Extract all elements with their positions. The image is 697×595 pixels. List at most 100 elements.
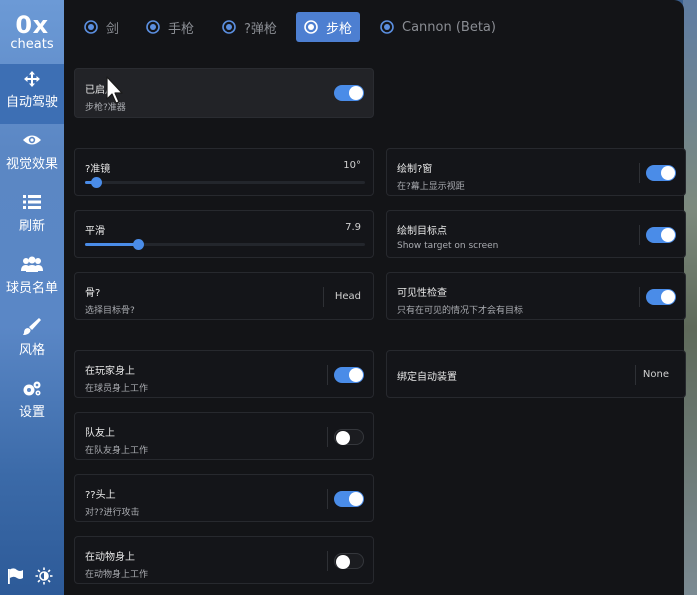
divider [327, 427, 328, 447]
draw-target-toggle[interactable] [646, 227, 676, 243]
brand-logo-main: 0x [15, 11, 49, 39]
card-subtitle: 在队友身上工作 [85, 446, 149, 456]
divider [639, 225, 640, 245]
tab-label: 手枪 [168, 21, 195, 37]
move-arrows-icon [0, 70, 64, 92]
tab-sword[interactable]: 剑 [76, 12, 127, 42]
sidebar-item-label: 设置 [18, 405, 45, 420]
visibility-check-toggle[interactable] [646, 289, 676, 305]
toggle-knob [336, 555, 350, 569]
draw-window-card[interactable]: 绘制?窗 在?幕上显示视距 [386, 148, 686, 196]
toggle-knob [349, 492, 363, 506]
divider [639, 287, 640, 307]
teammates-toggle[interactable] [334, 429, 364, 445]
slider-value: 7.9 [345, 222, 361, 233]
tab-label: ?弹枪 [244, 21, 277, 37]
keybind-value[interactable]: None [643, 369, 669, 380]
toggle-knob [349, 368, 363, 382]
sidebar-item-label: 球员名单 [5, 281, 58, 296]
sidebar-item-label: 自动驾驶 [5, 95, 58, 110]
divider [327, 365, 328, 385]
slider-value: 10° [343, 160, 361, 171]
sidebar-footer [0, 565, 64, 587]
radio-ring-icon [146, 20, 160, 34]
card-subtitle: 选择目标骨? [85, 306, 135, 316]
divider [635, 365, 636, 385]
head-card[interactable]: ??头上 对??进行攻击 [74, 474, 374, 522]
brand-logo: 0x cheats [0, 12, 64, 52]
card-subtitle: 在球员身上工作 [85, 384, 149, 394]
toggle-knob [336, 431, 350, 445]
toggle-knob [661, 290, 675, 304]
smooth-slider[interactable] [85, 239, 365, 250]
sidebar-item-refresh[interactable]: 刷新 [0, 188, 64, 248]
tab-rifle[interactable]: 步枪 [296, 12, 360, 42]
card-subtitle: 在?幕上显示视距 [397, 182, 465, 192]
divider [327, 489, 328, 509]
slider-thumb[interactable] [91, 177, 102, 188]
bone-select-value[interactable]: Head [335, 291, 361, 302]
bone-select-card[interactable]: 骨? 选择目标骨? Head [74, 272, 374, 320]
sidebar-item-autopilot[interactable]: 自动驾驶 [0, 64, 64, 124]
draw-target-card[interactable]: 绘制目标点 Show target on screen [386, 210, 686, 258]
draw-window-toggle[interactable] [646, 165, 676, 181]
card-title: 骨? [85, 288, 101, 299]
radio-ring-icon [84, 20, 98, 34]
card-subtitle: 对??进行攻击 [85, 508, 140, 518]
radio-ring-icon [380, 20, 394, 34]
sidebar-item-label: 风格 [18, 343, 45, 358]
card-title: 绘制目标点 [397, 226, 447, 237]
sidebar-item-label: 视觉效果 [5, 157, 58, 172]
toggle-knob [661, 228, 675, 242]
head-toggle[interactable] [334, 491, 364, 507]
sidebar-item-label: 刷新 [18, 219, 45, 234]
divider [323, 287, 324, 307]
on-players-card[interactable]: 在玩家身上 在球员身上工作 [74, 350, 374, 398]
divider [639, 163, 640, 183]
list-icon [0, 194, 64, 216]
tab-pistol[interactable]: 手枪 [138, 12, 202, 42]
radio-ring-icon [222, 20, 236, 34]
tab-label: 步枪 [326, 21, 353, 37]
tab-label: 剑 [106, 21, 120, 37]
sidebar-item-settings[interactable]: 设置 [0, 374, 64, 434]
eye-icon [0, 132, 64, 154]
weapon-tabs: 剑 手枪 ?弹枪 步枪 Cannon (Beta) [64, 12, 684, 42]
tab-shotgun[interactable]: ?弹枪 [214, 12, 285, 42]
enabled-toggle[interactable] [334, 85, 364, 101]
teammates-card[interactable]: 队友上 在队友身上工作 [74, 412, 374, 460]
tab-label: Cannon (Beta) [402, 19, 496, 35]
toggle-knob [349, 86, 363, 100]
sidebar-item-visuals[interactable]: 视觉效果 [0, 126, 64, 186]
smooth-slider-card: 平滑 7.9 [74, 210, 374, 258]
toggle-knob [661, 166, 675, 180]
brush-icon [0, 318, 64, 340]
card-subtitle: 只有在可见的情况下才会有目标 [397, 306, 524, 316]
fov-slider-card: ?准镜 10° [74, 148, 374, 196]
sidebar-item-player-list[interactable]: 球员名单 [0, 250, 64, 310]
animals-card[interactable]: 在动物身上 在动物身上工作 [74, 536, 374, 584]
main-panel: 剑 手枪 ?弹枪 步枪 Cannon (Beta) 已启用 步枪?准器 ?准镜 … [64, 0, 686, 595]
card-title: ?准镜 [85, 164, 111, 175]
card-title: 队友上 [85, 428, 115, 439]
card-title: 平滑 [85, 226, 105, 237]
animals-toggle[interactable] [334, 553, 364, 569]
sidebar: 0x cheats 自动驾驶 视觉效果 刷新 球员名单 风格 设置 [0, 0, 64, 595]
tab-cannon[interactable]: Cannon (Beta) [372, 12, 504, 42]
brand-logo-sub: cheats [10, 37, 54, 52]
card-title: 绑定自动装置 [397, 372, 457, 383]
card-title: ??头上 [85, 490, 116, 501]
fov-slider[interactable] [85, 177, 365, 188]
visibility-check-card[interactable]: 可见性检查 只有在可见的情况下才会有目标 [386, 272, 686, 320]
card-title: 绘制?窗 [397, 164, 433, 175]
card-subtitle: 在动物身上工作 [85, 570, 149, 580]
bind-auto-card[interactable]: 绑定自动装置 None [386, 350, 686, 398]
card-title: 可见性检查 [397, 288, 447, 299]
radio-ring-icon [304, 20, 318, 34]
on-players-toggle[interactable] [334, 367, 364, 383]
slider-thumb[interactable] [133, 239, 144, 250]
sidebar-item-style[interactable]: 风格 [0, 312, 64, 372]
flag-icon[interactable] [6, 567, 24, 589]
brightness-icon[interactable] [35, 567, 53, 589]
slider-fill [85, 243, 138, 246]
